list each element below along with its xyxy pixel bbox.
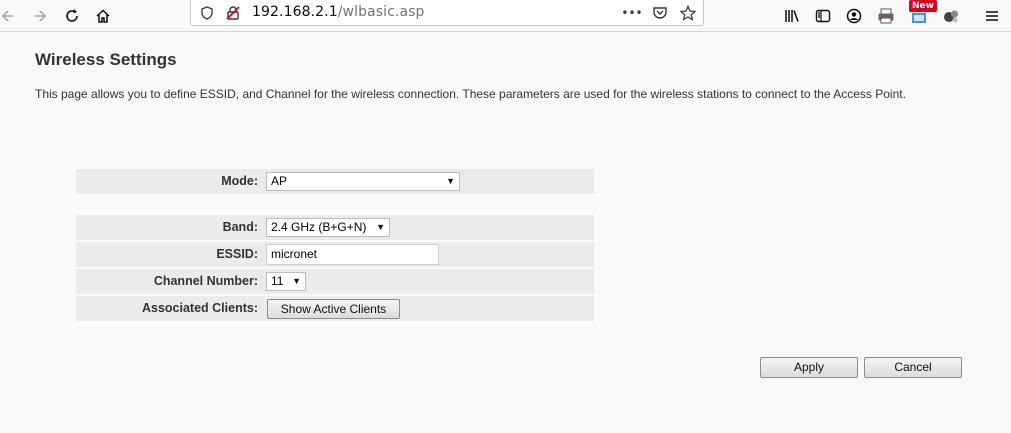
reload-icon[interactable] — [59, 3, 85, 29]
sidebar-icon[interactable] — [810, 3, 836, 29]
forward-icon[interactable] — [28, 3, 54, 29]
new-badge: New — [909, 0, 937, 12]
band-select-value: 2.4 GHz (B+G+N) — [271, 220, 367, 234]
chevron-down-icon: ▼ — [292, 276, 301, 286]
library-icon[interactable] — [779, 3, 805, 29]
channel-select-value: 11 — [271, 274, 284, 288]
cancel-button[interactable]: Cancel — [864, 357, 962, 378]
bookmark-star-icon[interactable] — [679, 4, 697, 22]
essid-label: ESSID: — [216, 247, 258, 261]
menu-hamburger-icon[interactable] — [979, 3, 1005, 29]
mode-row: Mode: AP ▼ — [76, 169, 594, 194]
account-icon[interactable] — [841, 3, 867, 29]
back-icon[interactable] — [0, 3, 20, 29]
show-active-clients-button[interactable]: Show Active Clients — [267, 299, 400, 319]
address-bar[interactable]: 192.168.2.1/wlbasic.asp ••• — [190, 0, 704, 26]
url-text[interactable]: 192.168.2.1/wlbasic.asp — [252, 4, 425, 20]
essid-row: ESSID: micronet — [76, 242, 594, 267]
band-row: Band: 2.4 GHz (B+G+N) ▼ — [76, 215, 594, 240]
mode-select[interactable]: AP ▼ — [266, 172, 460, 191]
chevron-down-icon: ▼ — [376, 222, 385, 232]
channel-row: Channel Number: 11 ▼ — [76, 269, 594, 294]
clients-label: Associated Clients: — [141, 301, 258, 315]
page-content: Wireless Settings This page allows you t… — [0, 33, 1011, 433]
channel-label: Channel Number: — [153, 274, 258, 288]
browser-toolbar: 192.168.2.1/wlbasic.asp ••• New — [0, 0, 1011, 32]
essid-input[interactable]: micronet — [266, 244, 439, 265]
info-shield-icon[interactable] — [198, 4, 216, 22]
mode-select-value: AP — [271, 174, 288, 188]
band-select[interactable]: 2.4 GHz (B+G+N) ▼ — [266, 218, 390, 237]
home-icon[interactable] — [90, 3, 116, 29]
chevron-down-icon: ▼ — [446, 176, 455, 186]
clients-row: Associated Clients: Show Active Clients — [76, 296, 594, 321]
page-title: Wireless Settings — [35, 50, 177, 69]
apply-button[interactable]: Apply — [760, 357, 858, 378]
band-label: Band: — [222, 220, 258, 234]
extension-icon[interactable] — [938, 3, 964, 29]
pocket-icon[interactable] — [651, 4, 669, 22]
mode-label: Mode: — [221, 174, 258, 188]
url-host: 192.168.2.1 — [252, 4, 338, 20]
channel-select[interactable]: 11 ▼ — [266, 272, 306, 291]
insecure-lock-icon[interactable] — [224, 4, 242, 22]
print-icon[interactable] — [873, 3, 899, 29]
page-description: This page allows you to define ESSID, an… — [35, 87, 906, 101]
url-path: /wlbasic.asp — [337, 4, 425, 20]
page-actions-icon[interactable]: ••• — [621, 4, 642, 22]
